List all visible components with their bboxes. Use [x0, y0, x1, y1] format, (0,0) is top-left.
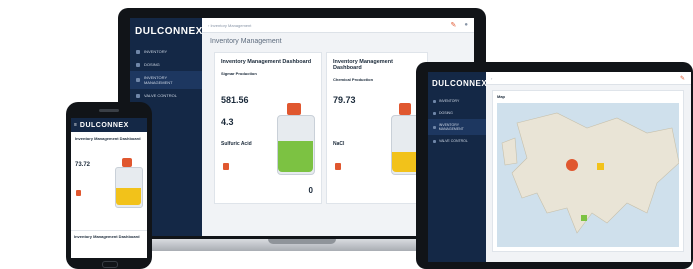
home-button[interactable] [102, 261, 118, 268]
product-name: NaCl [333, 141, 345, 147]
phone: ≡ DULCONNEX Inventory Management Dashboa… [66, 102, 152, 269]
sidebar-item-valve-control[interactable]: VALVE CONTROL [428, 135, 486, 147]
sidebar-item-inventory[interactable]: INVENTORY [130, 45, 202, 58]
valve-icon [433, 139, 436, 143]
card-title: Inventory Management Dashboard [333, 59, 393, 71]
card-title: Inventory Management Dashboard [221, 59, 312, 65]
europe-map [501, 112, 679, 234]
logo: DULCONNEX [135, 26, 203, 37]
card-title: Inventory Management Dashboard [75, 136, 141, 141]
map-marker-icon [566, 159, 578, 171]
tank-graphic [277, 103, 315, 175]
tank-fill [116, 188, 141, 205]
map-marker-icon [597, 163, 604, 170]
pump-icon [399, 103, 411, 115]
product-name: Sulfuric Acid [221, 141, 252, 147]
metric-value: 79.73 [333, 95, 356, 105]
page-heading: Inventory Management [210, 38, 282, 45]
drop-icon [433, 111, 436, 115]
sidebar-item-inventory-management[interactable]: INVENTORY MANAGEMENT [428, 119, 486, 135]
chart-icon [433, 125, 436, 129]
tablet-sidebar: DULCONNEX INVENTORY DOSING INVENTORY MAN… [428, 72, 488, 262]
tablet: DULCONNEX INVENTORY DOSING INVENTORY MAN… [416, 62, 693, 269]
sidebar-item-inventory[interactable]: INVENTORY [428, 95, 486, 107]
logo: DULCONNEX [432, 79, 488, 88]
metric-value-2: 4.3 [221, 117, 234, 127]
map-card: Map [492, 90, 684, 252]
topbar: › ✎ [486, 72, 691, 85]
tank-fill [278, 141, 313, 172]
sidebar-item-valve-control[interactable]: VALVE CONTROL [130, 89, 202, 102]
breadcrumb: › [491, 75, 493, 81]
phone-header: ≡ DULCONNEX [71, 118, 147, 132]
speaker [99, 109, 119, 112]
sidebar-item-dosing[interactable]: DOSING [130, 58, 202, 71]
alert-icon [223, 163, 229, 170]
sidebar-item-inventory-management[interactable]: INVENTORY MANAGEMENT [130, 71, 202, 89]
menu-icon[interactable]: ≡ [74, 122, 77, 128]
big-number: 0 [308, 186, 313, 195]
alert-icon [335, 163, 341, 170]
metric-value: 73.72 [75, 162, 91, 168]
notification-icon[interactable]: ✎ [451, 21, 457, 29]
phone-screen: ≡ DULCONNEX Inventory Management Dashboa… [71, 118, 147, 258]
logo: DULCONNEX [79, 121, 129, 129]
metric-value: 581.56 [221, 95, 249, 105]
pump-icon [122, 158, 132, 167]
chart-icon [136, 78, 140, 82]
map[interactable] [497, 103, 679, 247]
user-icon[interactable]: ● [464, 22, 468, 28]
breadcrumb: › Inventory Management [208, 22, 252, 28]
box-icon [136, 49, 140, 54]
dashboard-card: Inventory Management Dashboard Chemical … [326, 52, 428, 204]
tank-graphic [115, 158, 143, 208]
section-label: Sigmar Production [221, 71, 257, 76]
map-title: Map [497, 94, 505, 99]
tablet-screen: DULCONNEX INVENTORY DOSING INVENTORY MAN… [428, 72, 691, 262]
card-title: Inventory Management Dashboard [71, 230, 147, 242]
drop-icon [136, 62, 140, 67]
alert-icon [76, 190, 81, 196]
notification-icon[interactable]: ✎ [680, 75, 685, 82]
dashboard-card: Inventory Management Dashboard Sigmar Pr… [214, 52, 322, 204]
box-icon [433, 99, 436, 103]
topbar: › Inventory Management ✎ ● [202, 18, 474, 33]
sidebar-item-dosing[interactable]: DOSING [428, 107, 486, 119]
section-label: Chemical Production [333, 77, 374, 82]
laptop-notch [268, 239, 336, 244]
map-marker-icon [581, 215, 587, 221]
valve-icon [136, 93, 140, 98]
pump-icon [287, 103, 301, 115]
